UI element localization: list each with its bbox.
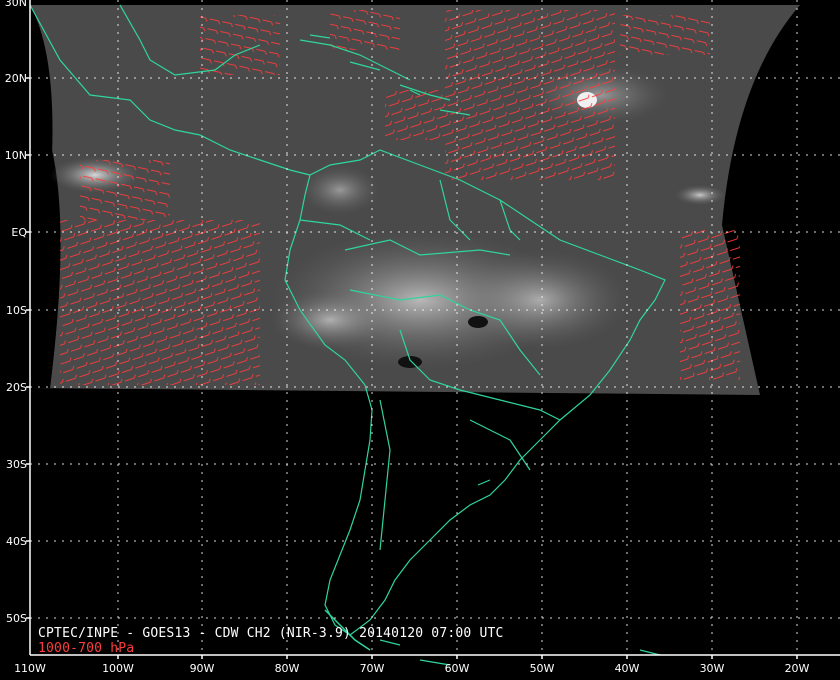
lon-label: 40W [615, 662, 640, 675]
image-caption: CPTEC/INPE - GOES13 - CDW CH2 (NIR-3.9) … [38, 626, 504, 641]
lon-label: 70W [360, 662, 385, 675]
lat-label: EQ [11, 226, 27, 239]
lon-label: 90W [190, 662, 215, 675]
lat-label: 50S [6, 612, 27, 625]
lon-label: 110W [14, 662, 46, 675]
lon-label: 50W [530, 662, 555, 675]
lat-label: 20S [6, 381, 27, 394]
lat-label: 30N [5, 0, 27, 9]
lon-label: 80W [275, 662, 300, 675]
longitude-labels: 110W 100W 90W 80W 70W 60W 50W 40W 30W 20… [14, 662, 809, 675]
lat-label: 30S [6, 458, 27, 471]
lat-label: 10S [6, 304, 27, 317]
lat-label: 10N [5, 149, 27, 162]
pressure-level-caption: 1000-700 hPa [38, 641, 135, 656]
lat-label: 20N [5, 72, 27, 85]
satellite-map: 30N 20N 10N EQ 10S 20S 30S 40S 50S 110W … [5, 0, 840, 675]
latitude-labels: 30N 20N 10N EQ 10S 20S 30S 40S 50S [5, 0, 28, 625]
lat-label: 40S [6, 535, 27, 548]
lon-label: 100W [102, 662, 134, 675]
lon-label: 30W [700, 662, 725, 675]
lon-label: 60W [445, 662, 470, 675]
lon-label: 20W [785, 662, 810, 675]
